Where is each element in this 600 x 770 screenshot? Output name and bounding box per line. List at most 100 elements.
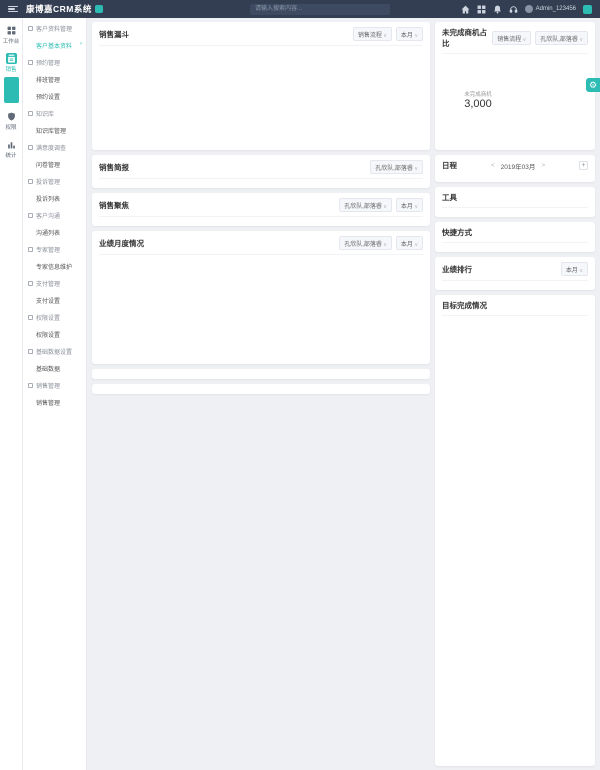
ranking-period-select[interactable]: 本月 — [561, 262, 588, 276]
top-bar: 康博嘉CRM系统 Admin_123456 — [0, 0, 600, 18]
rail-item-权限[interactable]: 权限 — [0, 108, 23, 134]
panel-unfinished-opportunities — [92, 369, 430, 379]
app-title: 康博嘉CRM系统 — [26, 3, 103, 15]
panel-target-completion: 目标完成情况 — [435, 295, 595, 766]
briefing-team-select[interactable]: 孔欣队,部落睿 — [370, 160, 423, 174]
menu-item-专家信息维护[interactable]: 专家信息维护 — [23, 258, 86, 275]
panel-finished-opportunities — [92, 384, 430, 394]
menu-group-客户资料管理[interactable]: 客户资料管理 — [23, 20, 86, 37]
settings-gear-icon[interactable]: ⚙ — [586, 78, 600, 92]
panel-title: 快捷方式 — [442, 227, 472, 238]
menu-group-label: 满意度调查 — [36, 143, 66, 152]
menu-group-支付管理[interactable]: 支付管理 — [23, 275, 86, 292]
menu-group-icon — [28, 111, 33, 116]
menu-group-icon — [28, 60, 33, 65]
menu-group-label: 客户沟通 — [36, 211, 60, 220]
rail-item-工作台[interactable]: 工作台 — [0, 22, 23, 48]
menu-group-label: 预约管理 — [36, 58, 60, 67]
donut-chart: 未完成商机 3,000 — [442, 64, 514, 136]
user-menu[interactable]: Admin_123456 — [525, 5, 576, 13]
calendar-prev-icon[interactable]: < — [491, 162, 495, 169]
menu-group-投诉管理[interactable]: 投诉管理 — [23, 173, 86, 190]
rail-item-label: 销售 — [0, 65, 23, 73]
panel-tools: 工具 — [435, 187, 595, 217]
menu-item-沟通列表[interactable]: 沟通列表 — [23, 224, 86, 241]
panel-sales-focus: 销售聚焦 孔欣队,部落睿 本月 — [92, 193, 430, 226]
menu-group-满意度调查[interactable]: 满意度调查 — [23, 139, 86, 156]
funnel-period-select[interactable]: 本月 — [396, 27, 423, 41]
headset-icon[interactable] — [509, 5, 518, 14]
home-icon[interactable] — [461, 5, 470, 14]
monthly-team-select[interactable]: 孔欣队,部落睿 — [339, 236, 392, 250]
panel-performance-ranking: 业绩排行 本月 — [435, 257, 595, 290]
menu-group-icon — [28, 281, 33, 286]
stats-icon — [6, 139, 17, 150]
menu-item-基础数据[interactable]: 基础数据 — [23, 360, 86, 377]
menu-group-icon — [28, 315, 33, 320]
panel-title: 未完成商机占比 — [442, 27, 492, 49]
panel-title: 销售简报 — [99, 162, 129, 173]
menu-group-权限设置[interactable]: 权限设置 — [23, 309, 86, 326]
menu-group-label: 权限设置 — [36, 313, 60, 322]
panel-title: 业绩排行 — [442, 264, 472, 275]
rail-item-label: 工作台 — [0, 37, 23, 45]
rail-item-统计[interactable]: 统计 — [0, 136, 23, 162]
panel-title: 目标完成情况 — [442, 300, 487, 311]
focus-team-select[interactable]: 孔欣队,部落睿 — [339, 198, 392, 212]
avatar — [525, 5, 533, 13]
panel-sales-funnel: 销售漏斗 销售流程 本月 — [92, 22, 430, 150]
sales-icon — [6, 53, 17, 64]
rail-item-label: 权限 — [0, 123, 23, 131]
donut-team-select[interactable]: 孔欣队,部落睿 — [535, 31, 588, 45]
apps-icon[interactable] — [477, 5, 486, 14]
funnel-process-select[interactable]: 销售流程 — [353, 27, 392, 41]
menu-group-基础数据设置[interactable]: 基础数据设置 — [23, 343, 86, 360]
search-input[interactable] — [250, 4, 390, 15]
hamburger-icon[interactable] — [8, 6, 18, 13]
calendar-add-button[interactable]: + — [579, 161, 588, 170]
menu-group-销售管理[interactable]: 销售管理 — [23, 377, 86, 394]
menu-group-label: 支付管理 — [36, 279, 60, 288]
username: Admin_123456 — [536, 6, 576, 12]
menu-group-客户沟通[interactable]: 客户沟通 — [23, 207, 86, 224]
rail-item-label: 统计 — [0, 151, 23, 159]
menu-item-支付设置[interactable]: 支付设置 — [23, 292, 86, 309]
menu-item-预约设置[interactable]: 预约设置 — [23, 88, 86, 105]
menu-item-销售管理[interactable]: 销售管理 — [23, 394, 86, 411]
monthly-bar-chart — [113, 261, 421, 365]
menu-group-label: 投诉管理 — [36, 177, 60, 186]
donut-center-value: 3,000 — [464, 98, 492, 110]
nav-rail: 工作台销售权限统计 — [0, 18, 23, 770]
menu-item-问卷管理[interactable]: 问卷管理 — [23, 156, 86, 173]
menu-group-专家管理[interactable]: 专家管理 — [23, 241, 86, 258]
menu-item-权限设置[interactable]: 权限设置 — [23, 326, 86, 343]
app-title-text: 康博嘉CRM系统 — [26, 3, 92, 15]
menu-group-label: 专家管理 — [36, 245, 60, 254]
panel-monthly-performance: 业绩月度情况 孔欣队,部落睿 本月 — [92, 231, 430, 364]
menu-item-排班管理[interactable]: 排班管理 — [23, 71, 86, 88]
bell-icon[interactable] — [493, 5, 502, 14]
menu-group-icon — [28, 349, 33, 354]
donut-process-select[interactable]: 销售流程 — [492, 31, 531, 45]
menu-group-知识库[interactable]: 知识库 — [23, 105, 86, 122]
menu-group-icon — [28, 179, 33, 184]
rail-item-销售[interactable]: 销售 — [0, 50, 23, 106]
menu-item-客户基本资料[interactable]: 客户基本资料 — [23, 37, 86, 54]
menu-group-label: 基础数据设置 — [36, 347, 72, 356]
menu-item-投诉列表[interactable]: 投诉列表 — [23, 190, 86, 207]
focus-period-select[interactable]: 本月 — [396, 198, 423, 212]
calendar-next-icon[interactable]: > — [541, 162, 545, 169]
monthly-period-select[interactable]: 本月 — [396, 236, 423, 250]
panel-title: 销售漏斗 — [99, 29, 129, 40]
menu-group-预约管理[interactable]: 预约管理 — [23, 54, 86, 71]
side-menu: 客户资料管理客户基本资料预约管理排班管理预约设置知识库知识库管理满意度调查问卷管… — [23, 18, 87, 770]
calendar-month-label: 2019年03月 — [501, 161, 536, 171]
donut-center-label: 未完成商机 — [464, 90, 492, 98]
quick-panel-icon[interactable] — [583, 5, 592, 14]
panel-title: 业绩月度情况 — [99, 238, 144, 249]
panel-title: 销售聚焦 — [99, 200, 129, 211]
menu-group-icon — [28, 26, 33, 31]
menu-item-知识库管理[interactable]: 知识库管理 — [23, 122, 86, 139]
panel-schedule: 日程 < 2019年03月 > + — [435, 155, 595, 182]
menu-group-icon — [28, 213, 33, 218]
